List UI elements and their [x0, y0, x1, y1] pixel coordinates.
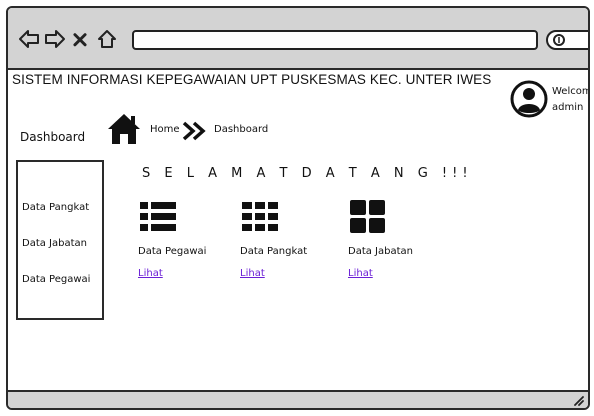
chevron-right-icon [180, 120, 210, 142]
search-box[interactable] [546, 30, 588, 50]
back-arrow-icon[interactable] [18, 28, 40, 50]
breadcrumb-home[interactable]: Home [150, 124, 180, 135]
welcome-label: Welcome [552, 86, 588, 97]
user-menu[interactable]: Welcome admin [510, 80, 588, 126]
sidebar-item-data-pegawai[interactable]: Data Pegawai [22, 274, 90, 285]
forward-arrow-icon[interactable] [44, 28, 66, 50]
home-icon[interactable] [106, 112, 142, 146]
sidebar-item-data-jabatan[interactable]: Data Jabatan [22, 238, 87, 249]
welcome-heading: S E L A M A T D A T A N G !!! [142, 166, 473, 181]
home-outline-icon[interactable] [96, 28, 118, 50]
browser-toolbar [8, 8, 588, 70]
page-title: Dashboard [20, 130, 86, 144]
card-label: Data Jabatan [348, 246, 413, 257]
lihat-link[interactable]: Lihat [348, 268, 373, 279]
avatar-icon [510, 80, 548, 118]
lihat-link[interactable]: Lihat [138, 268, 163, 279]
grid-nine-icon [242, 200, 278, 234]
status-bar [8, 390, 588, 408]
list-icon [140, 200, 176, 234]
card-label: Data Pangkat [240, 246, 308, 257]
search-icon [553, 34, 565, 46]
breadcrumb: Home Dashboard [106, 112, 306, 148]
lihat-link[interactable]: Lihat [240, 268, 265, 279]
app-title: SISTEM INFORMASI KEPEGAWAIAN UPT PUSKESM… [12, 72, 492, 87]
breadcrumb-current: Dashboard [214, 124, 269, 135]
card-label: Data Pegawai [138, 246, 207, 257]
user-name: admin [552, 102, 584, 113]
card-data-pangkat: Data Pangkat Lihat [240, 200, 340, 288]
browser-window: SISTEM INFORMASI KEPEGAWAIAN UPT PUSKESM… [6, 6, 590, 410]
sidebar-item-data-pangkat[interactable]: Data Pangkat [22, 202, 89, 213]
sidebar: Data Pangkat Data Jabatan Data Pegawai [16, 160, 104, 320]
card-data-pegawai: Data Pegawai Lihat [138, 200, 238, 288]
address-bar[interactable] [132, 30, 538, 50]
card-data-jabatan: Data Jabatan Lihat [348, 200, 448, 288]
resize-grip-icon[interactable] [572, 394, 584, 406]
grid-four-icon [350, 200, 386, 234]
close-icon[interactable] [72, 28, 88, 50]
